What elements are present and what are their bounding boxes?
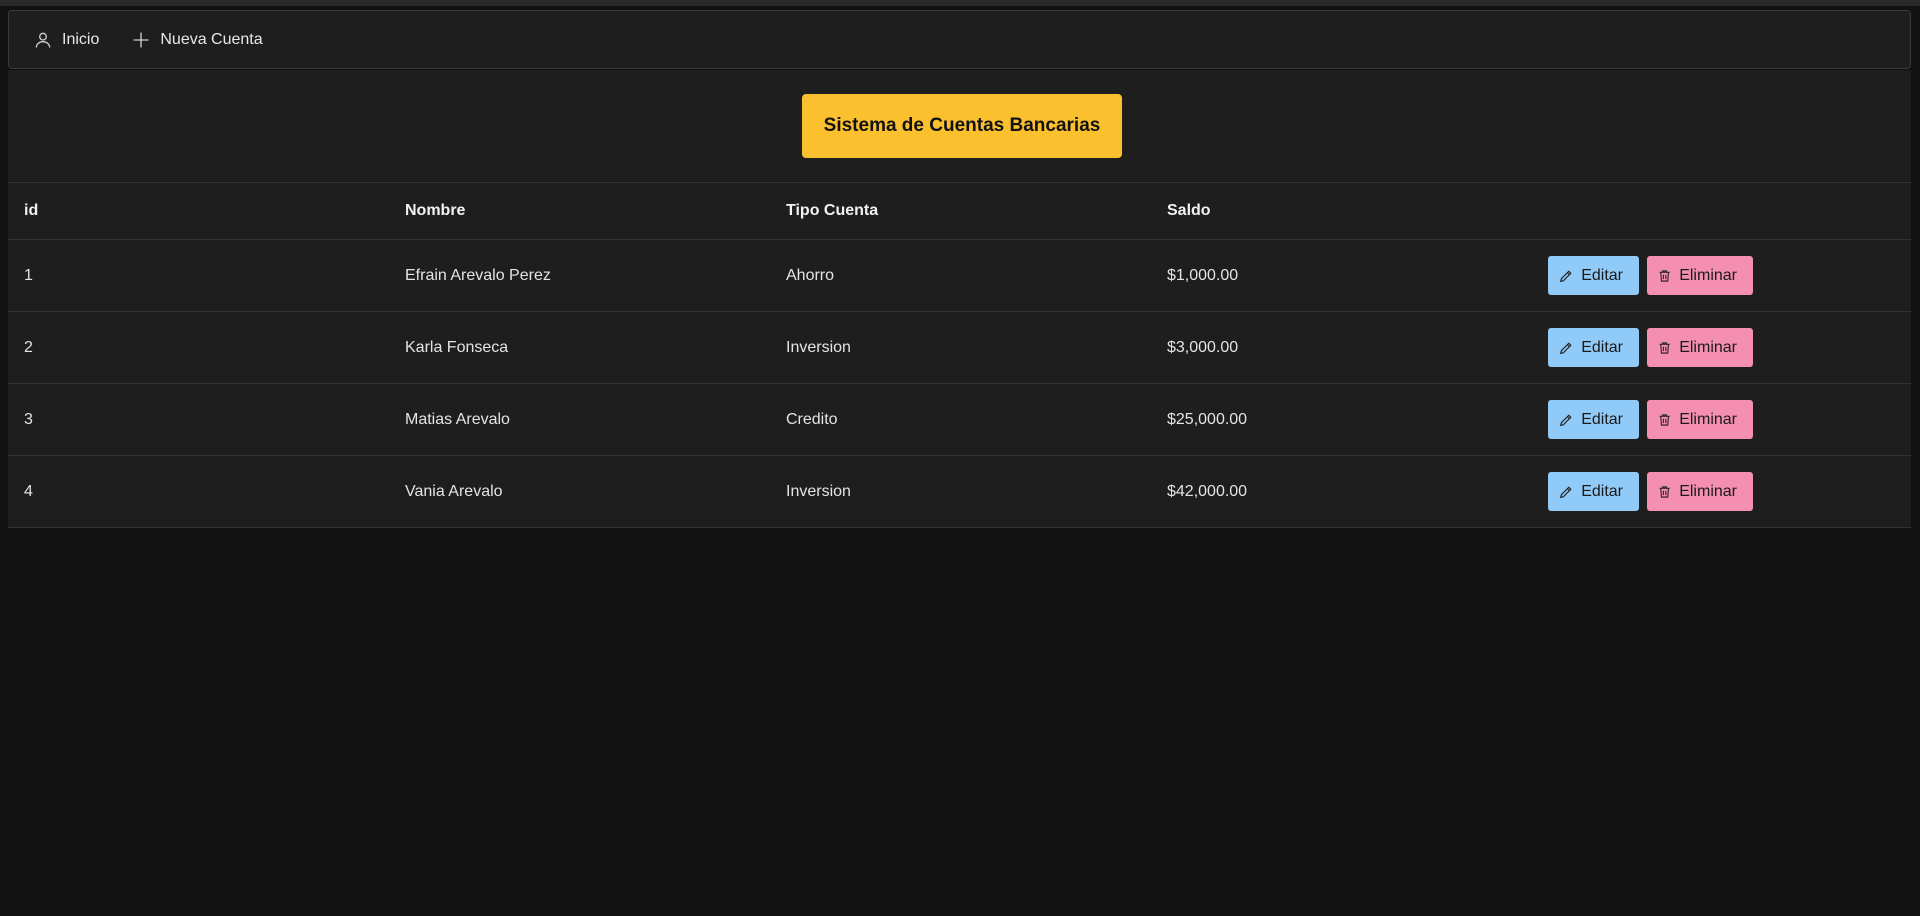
plus-icon	[133, 32, 149, 47]
accounts-table: id Nombre Tipo Cuenta Saldo 1 Efrain Are…	[8, 182, 1911, 528]
trash-icon	[1659, 341, 1670, 354]
edit-button-label: Editar	[1581, 266, 1623, 284]
pencil-icon	[1559, 342, 1572, 354]
column-header-tipo-cuenta: Tipo Cuenta	[770, 182, 1151, 240]
cell-saldo: $25,000.00	[1151, 383, 1532, 456]
delete-button[interactable]: Eliminar	[1647, 328, 1753, 367]
delete-button-label: Eliminar	[1679, 410, 1737, 428]
cell-saldo: $3,000.00	[1151, 311, 1532, 384]
table-row: 3 Matias Arevalo Credito $25,000.00 Edit…	[8, 383, 1911, 456]
delete-button-label: Eliminar	[1679, 482, 1737, 500]
cell-saldo: $42,000.00	[1151, 455, 1532, 528]
edit-button[interactable]: Editar	[1548, 472, 1639, 511]
table-row: 2 Karla Fonseca Inversion $3,000.00 Edit…	[8, 311, 1911, 384]
cell-actions: Editar Eliminar	[1532, 383, 1911, 456]
edit-button-label: Editar	[1581, 410, 1623, 428]
column-header-actions	[1532, 182, 1911, 240]
edit-button[interactable]: Editar	[1548, 328, 1639, 367]
table-row: 4 Vania Arevalo Inversion $42,000.00 Edi…	[8, 455, 1911, 528]
cell-actions: Editar Eliminar	[1532, 455, 1911, 528]
edit-button[interactable]: Editar	[1548, 256, 1639, 295]
cell-nombre: Karla Fonseca	[389, 311, 770, 384]
cell-actions: Editar Eliminar	[1532, 311, 1911, 384]
menu-item-nueva-cuenta[interactable]: Nueva Cuenta	[131, 22, 263, 58]
table-row: 1 Efrain Arevalo Perez Ahorro $1,000.00 …	[8, 239, 1911, 312]
trash-icon	[1659, 485, 1670, 498]
pencil-icon	[1559, 486, 1572, 498]
column-header-id: id	[8, 182, 389, 240]
main-panel: Sistema de Cuentas Bancarias id Nombre T…	[8, 70, 1911, 528]
menu-item-inicio[interactable]: Inicio	[33, 22, 99, 58]
cell-saldo: $1,000.00	[1151, 239, 1532, 312]
delete-button[interactable]: Eliminar	[1647, 472, 1753, 511]
title-wrap: Sistema de Cuentas Bancarias	[8, 94, 1911, 158]
user-icon	[35, 32, 51, 48]
column-header-nombre: Nombre	[389, 182, 770, 240]
cell-tipo: Inversion	[770, 311, 1151, 384]
pencil-icon	[1559, 270, 1572, 282]
menu-item-label: Nueva Cuenta	[160, 30, 263, 48]
trash-icon	[1659, 413, 1670, 426]
page-title: Sistema de Cuentas Bancarias	[802, 94, 1122, 158]
delete-button-label: Eliminar	[1679, 266, 1737, 284]
delete-button-label: Eliminar	[1679, 338, 1737, 356]
edit-button[interactable]: Editar	[1548, 400, 1639, 439]
menubar: Inicio Nueva Cuenta	[8, 10, 1911, 69]
cell-nombre: Matias Arevalo	[389, 383, 770, 456]
cell-nombre: Vania Arevalo	[389, 455, 770, 528]
cell-id: 1	[8, 239, 389, 312]
cell-tipo: Inversion	[770, 455, 1151, 528]
cell-nombre: Efrain Arevalo Perez	[389, 239, 770, 312]
menu-item-label: Inicio	[62, 30, 100, 48]
column-header-saldo: Saldo	[1151, 182, 1532, 240]
cell-actions: Editar Eliminar	[1532, 239, 1911, 312]
delete-button[interactable]: Eliminar	[1647, 256, 1753, 295]
pencil-icon	[1559, 414, 1572, 426]
delete-button[interactable]: Eliminar	[1647, 400, 1753, 439]
edit-button-label: Editar	[1581, 482, 1623, 500]
window-top-border	[0, 0, 1920, 6]
edit-button-label: Editar	[1581, 338, 1623, 356]
cell-tipo: Credito	[770, 383, 1151, 456]
cell-id: 3	[8, 383, 389, 456]
cell-id: 2	[8, 311, 389, 384]
trash-icon	[1659, 269, 1670, 282]
cell-id: 4	[8, 455, 389, 528]
cell-tipo: Ahorro	[770, 239, 1151, 312]
table-header-row: id Nombre Tipo Cuenta Saldo	[8, 182, 1911, 240]
